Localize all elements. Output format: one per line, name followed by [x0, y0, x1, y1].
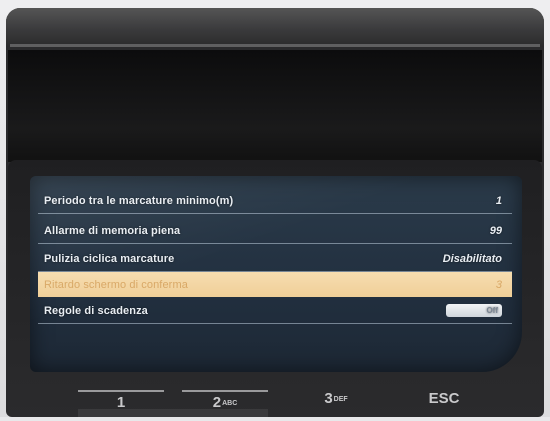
menu-row-value: 3	[495, 278, 502, 291]
menu-row-value: 99	[489, 224, 502, 237]
menu-row-cyclic-cleanup[interactable]: Pulizia ciclica marcature Disabilitato	[38, 246, 512, 272]
key-main-label: ESC	[428, 390, 460, 407]
menu-row-label: Ritardo schermo di conferma	[44, 278, 188, 291]
menu-row-label: Pulizia ciclica marcature	[44, 252, 175, 265]
device-visor	[8, 50, 542, 162]
lcd-screen: Periodo tra le marcature minimo(m) 1 All…	[30, 176, 522, 372]
key-3-button[interactable]: 3 DEF	[296, 390, 376, 417]
toggle-state-label: Off	[486, 306, 498, 315]
menu-row-label: Regole di scadenza	[44, 304, 148, 317]
expiry-rules-toggle[interactable]: Off	[446, 304, 502, 317]
device-trim-line	[10, 44, 540, 47]
keypad-bar	[78, 409, 268, 417]
key-sub-label: DEF	[333, 396, 348, 403]
key-main-label: 3	[324, 390, 333, 407]
menu-row-label: Periodo tra le marcature minimo(m)	[44, 194, 234, 207]
menu-row-memory-full-alarm[interactable]: Allarme di memoria piena 99	[38, 218, 512, 244]
menu-row-label: Allarme di memoria piena	[44, 224, 181, 237]
menu-row-value: Disabilitato	[442, 252, 502, 265]
key-sub-label: ABC	[222, 400, 238, 407]
menu-row-confirm-screen-delay[interactable]: Ritardo schermo di conferma 3	[38, 272, 512, 297]
menu-row-value: 1	[495, 194, 502, 207]
menu-row-expiry-rules[interactable]: Regole di scadenza Off	[38, 298, 512, 324]
menu-row-min-marking-period[interactable]: Periodo tra le marcature minimo(m) 1	[38, 188, 512, 214]
esc-button[interactable]: ESC	[414, 390, 474, 417]
device-top-trim	[6, 8, 544, 46]
